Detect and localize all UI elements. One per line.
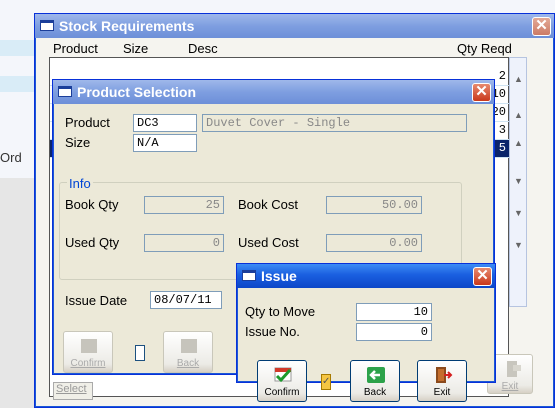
book-qty-field[interactable]: 25 [144, 196, 224, 214]
issue-date-field[interactable]: 08/07/11 [150, 291, 222, 309]
issue-no-label: Issue No. [245, 324, 300, 339]
scroll-page-up-icon[interactable]: ▲ [511, 108, 526, 123]
confirm-check-icon [274, 367, 292, 383]
close-icon: ✕ [535, 17, 548, 34]
size-field[interactable]: N/A [133, 134, 197, 152]
product-label: Product [65, 115, 110, 130]
scroll-up-icon[interactable]: ▲ [511, 72, 526, 87]
info-group-title: Info [67, 176, 93, 191]
close-button[interactable]: ✕ [472, 83, 491, 102]
product-code-field[interactable]: DC3 [133, 114, 197, 132]
back-arrow-icon [181, 339, 197, 353]
close-icon: ✕ [476, 267, 489, 284]
window-icon [40, 20, 54, 31]
issue-confirm-button[interactable]: Confirm [257, 360, 307, 402]
stock-requirements-title: Stock Requirements [59, 18, 195, 34]
book-cost-label: Book Cost [238, 197, 298, 212]
scroll-down-icon[interactable]: ▼ [511, 174, 526, 189]
confirm-icon [81, 339, 97, 353]
window-icon [58, 86, 72, 97]
column-header-size[interactable]: Size [123, 41, 148, 56]
issue-back-button[interactable]: Back [350, 360, 400, 402]
qty-to-move-field[interactable]: 10 [356, 303, 432, 321]
used-cost-field[interactable]: 0.00 [326, 234, 422, 252]
column-header-desc[interactable]: Desc [188, 41, 218, 56]
stock-requirements-titlebar[interactable]: Stock Requirements ✕ [35, 14, 554, 38]
qty-to-move-label: Qty to Move [245, 304, 316, 319]
issue-titlebar[interactable]: Issue ✕ [237, 264, 495, 288]
window-icon [242, 270, 256, 281]
product-selection-titlebar[interactable]: Product Selection ✕ [53, 80, 494, 104]
product-back-button[interactable]: Back [163, 331, 213, 373]
product-description-field[interactable]: Duvet Cover - Single [202, 114, 467, 132]
close-button[interactable]: ✕ [473, 267, 492, 286]
column-header-product[interactable]: Product [53, 41, 98, 56]
book-cost-field[interactable]: 50.00 [326, 196, 422, 214]
size-label: Size [65, 135, 91, 150]
used-qty-label: Used Qty [65, 235, 120, 250]
product-selection-title: Product Selection [77, 84, 197, 100]
vertical-scrollbar[interactable]: ▲ ▲ ▲ ▼ ▼ ▼ [509, 57, 527, 307]
column-header-qty[interactable]: Qty Reqd [457, 41, 512, 56]
close-icon: ✕ [475, 83, 488, 100]
issue-window: Issue ✕ Qty to Move 10 Issue No. 0 Confi… [236, 263, 496, 402]
issue-date-label: Issue Date [65, 293, 128, 308]
product-confirm-button[interactable]: Confirm [63, 331, 113, 373]
exit-door-icon [436, 367, 453, 383]
book-qty-label: Book Qty [65, 197, 119, 212]
issue-exit-button[interactable]: Exit [417, 360, 467, 402]
scroll-page-down-icon[interactable]: ▼ [511, 206, 526, 221]
close-button[interactable]: ✕ [532, 17, 551, 36]
issue-no-field[interactable]: 0 [356, 323, 432, 341]
scroll-up-icon[interactable]: ▲ [511, 136, 526, 151]
issue-title: Issue [261, 268, 297, 284]
used-qty-field[interactable]: 0 [144, 234, 224, 252]
back-arrow-icon [367, 367, 385, 383]
used-cost-label: Used Cost [238, 235, 299, 250]
background-label: Ord [0, 150, 22, 165]
select-button[interactable]: Select [53, 382, 93, 400]
scroll-down-icon[interactable]: ▼ [511, 238, 526, 253]
issue-checkbox[interactable]: ✓ [321, 374, 331, 390]
product-checkbox[interactable] [135, 345, 145, 361]
exit-door-icon [507, 361, 521, 377]
